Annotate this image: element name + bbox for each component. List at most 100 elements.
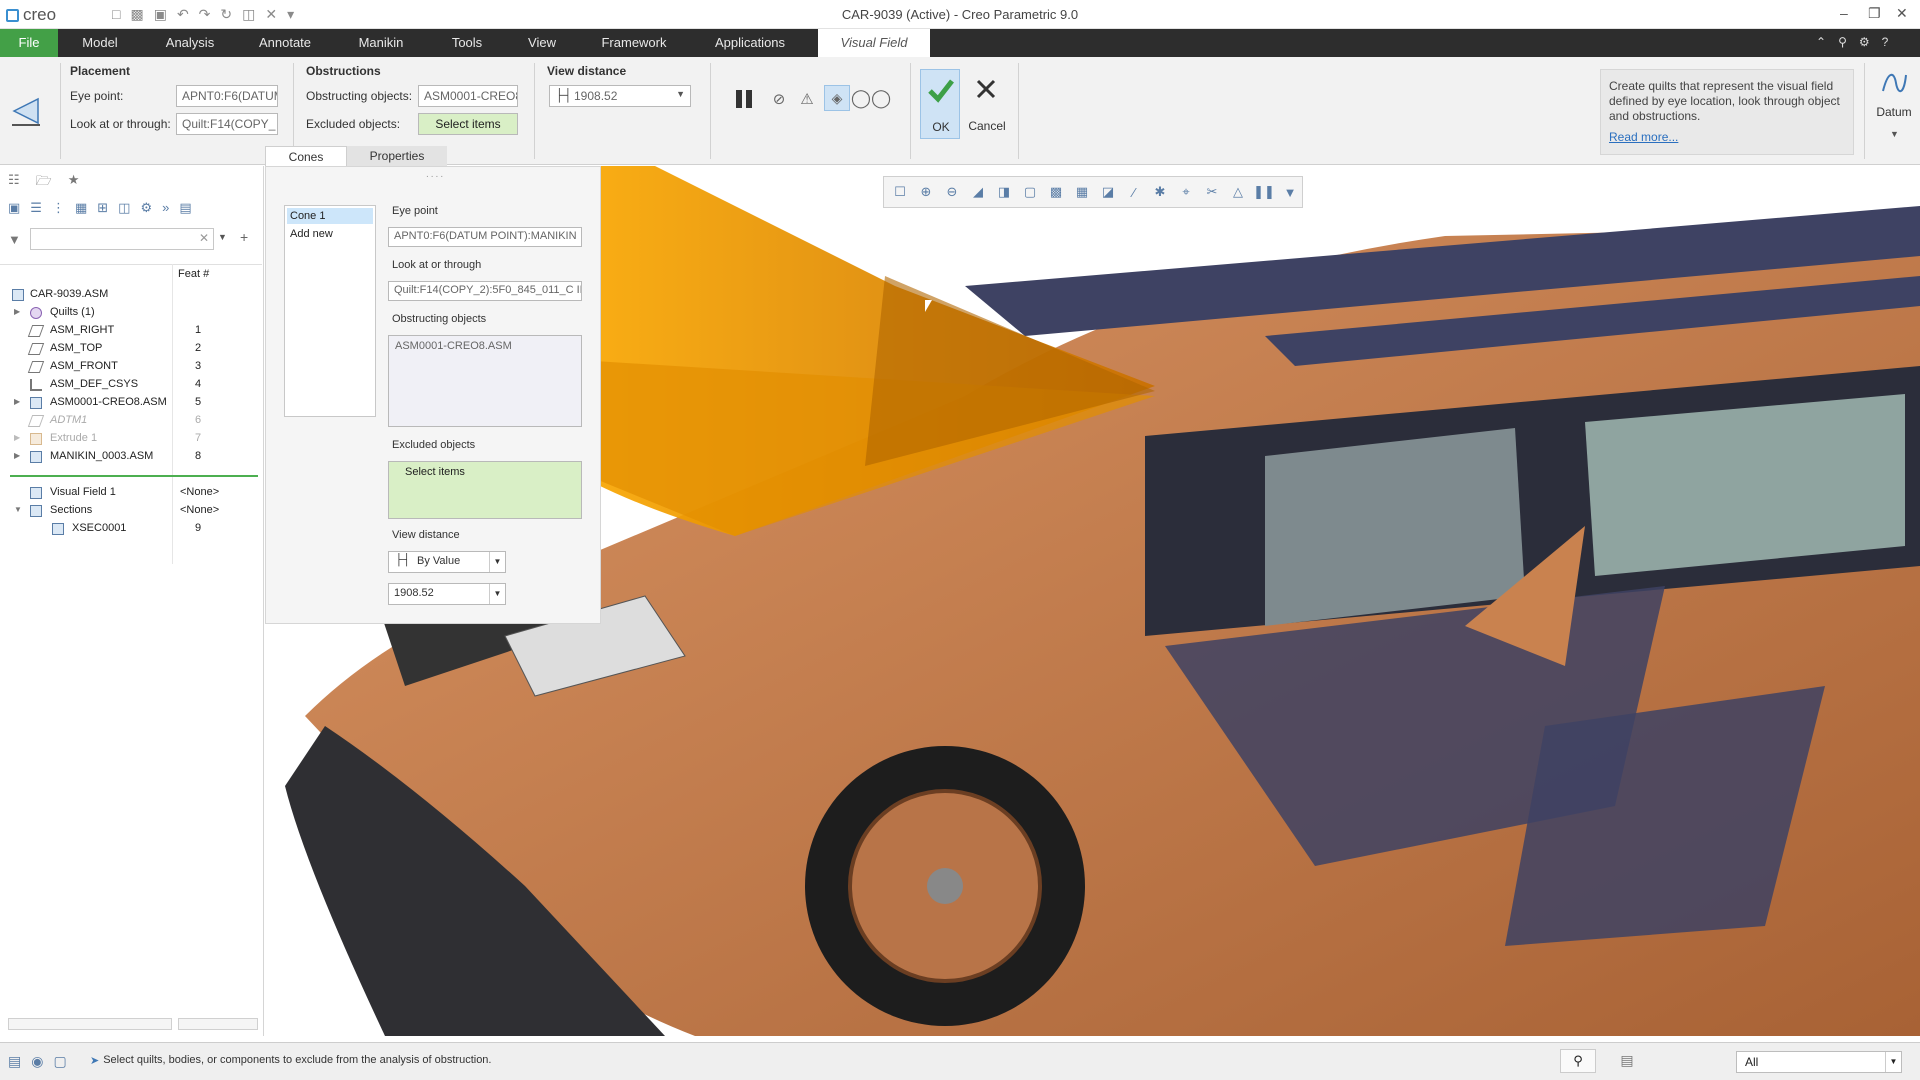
tab-view[interactable]: View	[516, 29, 568, 57]
view-manager-icon[interactable]: ▩	[1046, 182, 1066, 202]
show-icon[interactable]: ▣	[8, 200, 20, 216]
perspective-icon[interactable]: ▦	[1072, 182, 1092, 202]
view-distance-dropdown[interactable]: ├┤ 1908.52 ▼	[549, 85, 691, 107]
collapse-ribbon-icon[interactable]: ⌃	[1816, 35, 1826, 49]
filter-icon[interactable]: ▼	[8, 232, 21, 247]
expand-icon[interactable]: ▶	[14, 451, 24, 460]
no-preview-icon[interactable]: ⊘	[768, 87, 790, 111]
distance-value-dropdown[interactable]: 1908.52 ▼	[388, 583, 506, 605]
section-icon[interactable]: ◪	[1098, 182, 1118, 202]
obstructing-objects-field[interactable]: ASM0001-CREO8	[418, 85, 518, 107]
pause-button[interactable]	[730, 85, 758, 113]
tree-row[interactable]: XSEC0001 9	[0, 520, 262, 538]
list-view-icon[interactable]: ⋮	[52, 200, 65, 216]
spin-center-icon[interactable]: ⌖	[1176, 182, 1196, 202]
notes-icon[interactable]: ▤	[179, 200, 191, 216]
horizontal-scrollbar[interactable]	[8, 1018, 172, 1030]
expand-icon[interactable]: ▶	[14, 433, 24, 442]
tab-annotate[interactable]: Annotate	[246, 29, 324, 57]
minimize-icon[interactable]: –	[1840, 5, 1848, 21]
search-dropdown-icon[interactable]: ▼	[218, 232, 227, 242]
tree-row[interactable]: ASM_TOP 2	[0, 340, 262, 358]
cone-look-field[interactable]: Quilt:F14(COPY_2):5F0_845_011_C II	[388, 281, 582, 301]
tab-model[interactable]: Model	[66, 29, 134, 57]
tab-cones[interactable]: Cones	[265, 146, 347, 166]
customize-icon[interactable]: ▼	[1280, 182, 1300, 202]
search-icon[interactable]: ⚲	[1838, 35, 1847, 49]
cone-obstructing-list[interactable]: ASM0001-CREO8.ASM	[388, 335, 582, 427]
refit-icon[interactable]: ☐	[890, 182, 910, 202]
folder-browser-tab-icon[interactable]: 🗁	[36, 172, 52, 194]
tab-file[interactable]: File	[0, 29, 58, 57]
warning-display-icon[interactable]: △	[1228, 182, 1248, 202]
insert-here-indicator[interactable]	[10, 475, 258, 477]
repaint-icon[interactable]: ◢	[968, 182, 988, 202]
annotation-display-icon[interactable]: ✱	[1150, 182, 1170, 202]
settings-icon[interactable]: ⚙	[140, 200, 152, 216]
eye-point-field[interactable]: APNT0:F6(DATUM	[176, 85, 278, 107]
selection-filter-dropdown[interactable]: All ▼	[1736, 1051, 1902, 1073]
tree-row[interactable]: ▶ Quilts (1)	[0, 304, 262, 322]
tree-row[interactable]: ▶ MANIKIN_0003.ASM 8	[0, 448, 262, 466]
columns-setup-icon[interactable]: ◫	[118, 200, 130, 216]
tree-row[interactable]: ASM_FRONT 3	[0, 358, 262, 376]
cancel-button[interactable]: Cancel	[964, 69, 1010, 139]
zoom-out-icon[interactable]: ⊖	[942, 182, 962, 202]
excluded-objects-field[interactable]: Select items	[418, 113, 518, 135]
by-value-dropdown[interactable]: ├┤ By Value ▼	[388, 551, 506, 573]
favorites-tab-icon[interactable]: ★	[68, 172, 80, 194]
tree-search-input[interactable]: ✕	[30, 228, 214, 250]
model-tree-tab-icon[interactable]: ☷	[8, 172, 20, 194]
tree-row-root[interactable]: CAR-9039.ASM	[0, 286, 262, 304]
tab-framework[interactable]: Framework	[588, 29, 680, 57]
columns-icon[interactable]: ▦	[75, 200, 87, 216]
help-icon[interactable]: ?	[1882, 35, 1889, 49]
tree-view-icon[interactable]: ☰	[30, 200, 42, 216]
panel-grip[interactable]: ....	[426, 169, 445, 180]
cone-list-item[interactable]: Cone 1	[287, 208, 373, 224]
close-icon[interactable]: ✕	[1896, 5, 1908, 22]
display-style-icon[interactable]: ◨	[994, 182, 1014, 202]
look-through-field[interactable]: Quilt:F14(COPY_	[176, 113, 278, 135]
find-icon[interactable]: ⚲	[1560, 1049, 1596, 1073]
expand-icon[interactable]: ▶	[14, 397, 24, 406]
more-icon[interactable]: »	[162, 200, 169, 216]
cone-excluded-list[interactable]: Select items	[388, 461, 582, 519]
verify-mode-icon[interactable]: ⚠	[794, 87, 820, 111]
pause-display-icon[interactable]: ❚❚	[1253, 182, 1275, 202]
settings-icon[interactable]: ⚙	[1859, 35, 1870, 49]
glasses-icon[interactable]: ◯◯	[851, 85, 891, 111]
tab-visual-field[interactable]: Visual Field	[818, 29, 930, 57]
tab-tools[interactable]: Tools	[438, 29, 496, 57]
tree-row[interactable]: ASM_RIGHT 1	[0, 322, 262, 340]
datum-display-icon[interactable]: ∕	[1124, 182, 1144, 202]
restore-icon[interactable]: ❐	[1868, 5, 1881, 22]
tab-analysis[interactable]: Analysis	[154, 29, 226, 57]
clear-icon[interactable]: ✕	[199, 231, 209, 245]
selection-display-icon[interactable]: ▤	[1614, 1049, 1640, 1073]
cut-icon[interactable]: ✂	[1202, 182, 1222, 202]
expand-icon[interactable]: ▶	[14, 307, 24, 316]
tab-properties[interactable]: Properties	[347, 146, 447, 166]
browser-icon[interactable]: ◉	[31, 1053, 43, 1070]
read-more-link[interactable]: Read more...	[1609, 130, 1845, 145]
toggle-navigator-icon[interactable]: ▤	[8, 1053, 21, 1070]
tab-applications[interactable]: Applications	[700, 29, 800, 57]
zoom-in-icon[interactable]: ⊕	[916, 182, 936, 202]
tree-filter-icon[interactable]: ⊞	[97, 200, 108, 216]
tree-row[interactable]: ▼ Sections <None>	[0, 502, 262, 520]
full-screen-icon[interactable]: ▢	[53, 1053, 66, 1070]
ok-button[interactable]: OK	[920, 69, 960, 139]
datum-button[interactable]: Datum ▼	[1872, 67, 1916, 147]
feat-number-header[interactable]: Feat #	[178, 268, 209, 280]
collapse-icon[interactable]: ▼	[14, 505, 24, 514]
tree-row[interactable]: ASM_DEF_CSYS 4	[0, 376, 262, 394]
add-new-item[interactable]: Add new	[287, 226, 373, 242]
saved-orientations-icon[interactable]: ▢	[1020, 182, 1040, 202]
feature-preview-icon[interactable]: ◈	[824, 85, 850, 111]
tree-row[interactable]: ▶ ASM0001-CREO8.ASM 5	[0, 394, 262, 412]
add-icon[interactable]: +	[240, 229, 248, 245]
column-scrollbar[interactable]	[178, 1018, 258, 1030]
tree-row[interactable]: ADTM1 6	[0, 412, 262, 430]
tree-row[interactable]: Visual Field 1 <None>	[0, 484, 262, 502]
